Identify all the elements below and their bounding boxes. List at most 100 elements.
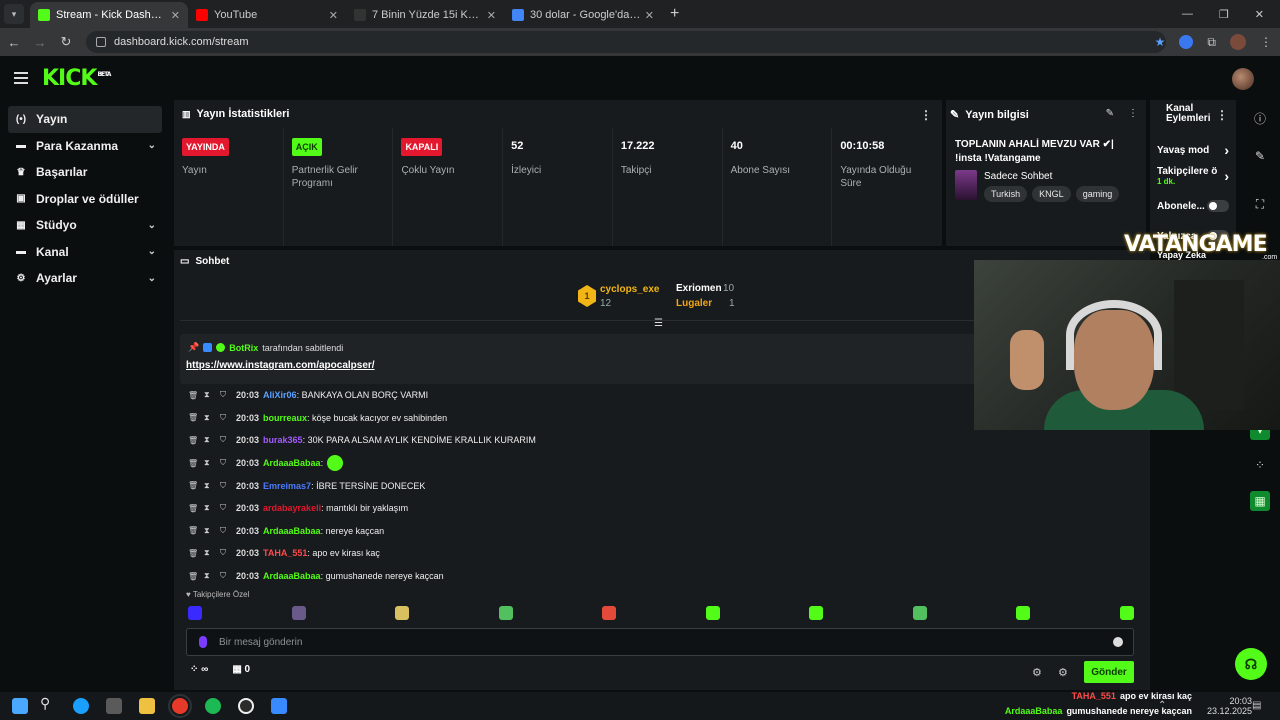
emote-icon[interactable] xyxy=(912,606,927,620)
subscribers-toggle[interactable] xyxy=(1207,200,1229,212)
spotify-icon[interactable] xyxy=(205,698,221,714)
emote-icon[interactable] xyxy=(1119,606,1134,620)
tag-chip[interactable]: gaming xyxy=(1075,186,1120,202)
chat-message[interactable]: 🗑 ⧗ ⛉ 20:03 burak365: 30K PARA ALSAM AYLIK K… xyxy=(188,429,1088,452)
emote-icon[interactable] xyxy=(291,606,306,620)
timeout-icon[interactable]: ⧗ xyxy=(204,526,220,536)
ban-icon[interactable]: ⛉ xyxy=(220,548,236,558)
sidebar-item[interactable]: ▬ Kanal ⌄ xyxy=(8,239,162,266)
kick-logo[interactable]: KICKBETA xyxy=(42,66,111,91)
followers-only-row[interactable]: Takipçilere ö1 dk. › xyxy=(1157,166,1229,186)
emote-icon[interactable] xyxy=(395,606,410,620)
emote-icon[interactable] xyxy=(1016,606,1031,620)
chat-input[interactable]: Bir mesaj gönderin xyxy=(186,628,1134,656)
delete-icon[interactable]: 🗑 xyxy=(188,413,204,422)
user-avatar[interactable] xyxy=(1232,68,1254,90)
browser-tab[interactable]: Stream - Kick Dashboard ✕ xyxy=(30,2,188,28)
info-icon[interactable]: ⓘ xyxy=(1250,108,1270,128)
chat-message[interactable]: 🗑 ⧗ ⛉ 20:03 TAHA_551: apo ev kirası kaç xyxy=(188,542,1088,565)
gift-display[interactable]: ▦ 0 xyxy=(232,664,250,675)
chat-message[interactable]: 🗑 ⧗ ⛉ 20:03 ardabayrakeli: mantıklı bir yakl… xyxy=(188,497,1088,520)
obs-icon[interactable] xyxy=(238,698,254,714)
profile-avatar[interactable] xyxy=(1230,34,1246,50)
delete-icon[interactable]: 🗑 xyxy=(188,526,204,535)
timeout-icon[interactable]: ⧗ xyxy=(204,413,220,423)
extension-icon[interactable] xyxy=(1179,35,1194,49)
chat-message[interactable]: 🗑 ⧗ ⛉ 20:03 Emreimas7: İBRE TERSİNE DONECEK xyxy=(188,474,1088,497)
folder-icon[interactable] xyxy=(139,698,155,714)
stats-menu-icon[interactable]: ⋮ xyxy=(920,108,932,122)
message-username[interactable]: ardabayrakeli xyxy=(263,503,321,513)
steam-icon[interactable] xyxy=(73,698,89,714)
message-username[interactable]: ArdaaaBabaa xyxy=(263,571,321,581)
delete-icon[interactable]: 🗑 xyxy=(188,459,204,468)
search-icon[interactable]: ⚲ xyxy=(40,695,56,711)
sidebar-item[interactable]: ▦ Stüdyo ⌄ xyxy=(8,212,162,239)
tab-close-icon[interactable]: ✕ xyxy=(329,9,338,22)
leader-name[interactable]: Exriomen xyxy=(676,283,722,294)
send-button[interactable]: Gönder xyxy=(1084,661,1134,683)
restore-button[interactable]: ❐ xyxy=(1219,8,1229,21)
extensions-puzzle-icon[interactable]: ⧉ xyxy=(1207,35,1216,50)
ban-icon[interactable]: ⛉ xyxy=(220,526,236,536)
emote-icon[interactable] xyxy=(188,606,202,620)
sidebar-item[interactable]: ▣ Droplar ve ödüller xyxy=(8,186,162,213)
points-display[interactable]: ⁘ ∞ xyxy=(190,664,208,675)
ban-icon[interactable]: ⛉ xyxy=(220,435,236,445)
delete-icon[interactable]: 🗑 xyxy=(188,391,204,400)
bookmark-star-icon[interactable]: ★ xyxy=(1155,35,1166,49)
clock[interactable]: 20:03 23.12.2025 xyxy=(1207,696,1252,716)
emoji-icon[interactable] xyxy=(1113,637,1123,647)
message-list[interactable]: 🗑 ⧗ ⛉ 20:03 AliXir06: BANKAYA OLAN BORÇ VARM… xyxy=(188,384,1088,587)
chat-message[interactable]: 🗑 ⧗ ⛉ 20:03 ArdaaaBabaa: xyxy=(188,452,1088,475)
browser-menu-icon[interactable]: ⋮ xyxy=(1260,35,1272,49)
delete-icon[interactable]: 🗑 xyxy=(188,481,204,490)
chat-message[interactable]: 🗑 ⧗ ⛉ 20:03 ArdaaaBabaa: gumushanede nereye … xyxy=(188,565,1088,588)
forward-button[interactable]: → xyxy=(28,35,52,50)
calculator-icon[interactable] xyxy=(271,698,287,714)
back-button[interactable]: ← xyxy=(2,35,26,50)
message-username[interactable]: burak365 xyxy=(263,435,303,445)
timeout-icon[interactable]: ⧗ xyxy=(204,390,220,400)
emote-icon[interactable] xyxy=(705,606,720,620)
leader-name[interactable]: Lugaler xyxy=(676,298,712,309)
slow-mode-row[interactable]: Yavaş mod › xyxy=(1157,142,1229,158)
ban-icon[interactable]: ⛉ xyxy=(220,481,236,491)
delete-icon[interactable]: 🗑 xyxy=(188,572,204,581)
sidebar-item[interactable]: ▬ Para Kazanma ⌄ xyxy=(8,133,162,160)
store-icon[interactable] xyxy=(106,698,122,714)
collapse-leaderboard-icon[interactable]: ☰ xyxy=(654,318,663,329)
timeout-icon[interactable]: ⧗ xyxy=(204,481,220,491)
timeout-icon[interactable]: ⧗ xyxy=(204,503,220,513)
ban-icon[interactable]: ⛉ xyxy=(220,503,236,513)
info-menu-icon[interactable]: ⋮ xyxy=(1128,108,1138,119)
ban-icon[interactable]: ⛉ xyxy=(220,571,236,581)
close-window-button[interactable]: ✕ xyxy=(1255,8,1264,21)
notification-icon[interactable]: ▤ xyxy=(1252,700,1261,711)
delete-icon[interactable]: 🗑 xyxy=(188,436,204,445)
address-bar[interactable]: dashboard.kick.com/stream xyxy=(86,31,1166,53)
timeout-icon[interactable]: ⧗ xyxy=(204,435,220,445)
timeout-icon[interactable]: ⧗ xyxy=(204,548,220,558)
message-username[interactable]: AliXir06 xyxy=(263,390,297,400)
tab-close-icon[interactable]: ✕ xyxy=(171,9,180,22)
browser-tab[interactable]: 7 Binin Yüzde 15i Kaçtır ? | YÜZD ✕ xyxy=(346,2,504,28)
message-username[interactable]: ArdaaaBabaa xyxy=(263,526,321,536)
sidebar-item[interactable]: ♛ Başarılar xyxy=(8,159,162,186)
tag-chip[interactable]: Turkish xyxy=(984,186,1028,202)
site-info-icon[interactable] xyxy=(96,37,106,47)
windows-start-icon[interactable] xyxy=(12,698,28,714)
fullscreen-icon[interactable]: ⛶ xyxy=(1250,194,1270,214)
chat-message[interactable]: 🗑 ⧗ ⛉ 20:03 AliXir06: BANKAYA OLAN BORÇ VARM… xyxy=(188,384,1088,407)
tag-chip[interactable]: KNGL xyxy=(1032,186,1071,202)
delete-icon[interactable]: 🗑 xyxy=(188,504,204,513)
emote-icon[interactable] xyxy=(498,606,513,620)
new-tab-button[interactable]: + xyxy=(670,5,679,23)
chat-settings-icon[interactable]: ⚙ xyxy=(1032,666,1042,679)
timeout-icon[interactable]: ⧗ xyxy=(204,458,220,468)
edit-icon[interactable]: ✎ xyxy=(1106,108,1114,119)
emote-icon[interactable] xyxy=(602,606,617,620)
browser-tab[interactable]: YouTube ✕ xyxy=(188,2,346,28)
menu-icon[interactable] xyxy=(14,69,28,87)
actions-menu-icon[interactable]: ⋮ xyxy=(1216,108,1228,122)
